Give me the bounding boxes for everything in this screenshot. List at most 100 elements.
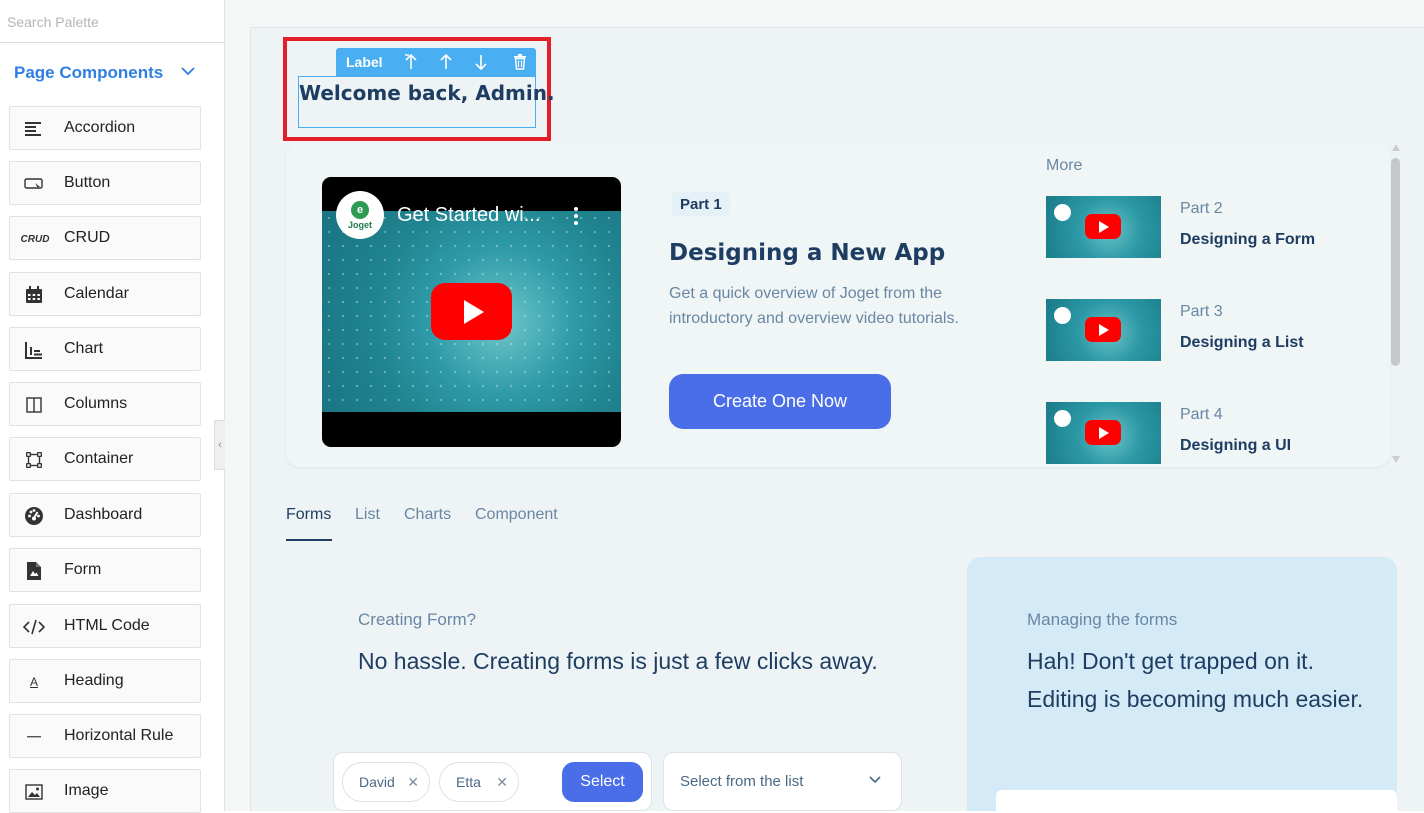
chevron-down-icon [181,67,195,76]
chip-david: David ✕ [342,762,430,802]
palette-item-dashboard[interactable]: Dashboard [9,493,201,537]
youtube-play-icon [1085,214,1121,239]
video-title[interactable]: Get Started wi... [397,204,540,227]
palette-item-label: Columns [64,395,128,412]
more-label: More [1046,157,1083,174]
youtube-play-icon[interactable] [431,283,512,340]
more-videos-scrollbar[interactable] [1389,142,1403,467]
palette-item-image[interactable]: Image [9,769,201,813]
channel-logo[interactable]: e Joget [336,191,384,239]
palette-item-form[interactable]: Form [9,548,201,592]
forms-subtitle: Creating Form? [358,610,477,629]
video-card-title: Designing a New App [669,240,946,266]
tab-list[interactable]: List [355,506,380,524]
palette-item-columns[interactable]: Columns [9,382,201,426]
palette-item-label: Container [64,450,134,467]
tab-component[interactable]: Component [475,506,558,524]
palette-item-label: Form [64,561,102,578]
chip-label: Etta [456,774,481,790]
part-badge: Part 1 [672,192,730,216]
select-dropdown[interactable]: Select from the list [663,752,902,811]
element-toolbar: Label [336,48,536,76]
crud-icon: CRUD [20,233,50,245]
joget-logo-icon [1054,204,1071,221]
chip-label: David [359,774,395,790]
palette-item-label: CRUD [64,229,111,246]
palette-search [0,0,224,43]
heading-icon: A [29,675,38,689]
collapse-sidebar-handle[interactable]: ‹ [214,420,225,470]
palette-item-label: Accordion [64,119,136,136]
delete-icon[interactable] [511,53,529,71]
palette-item-crud[interactable]: CRUD CRUD [9,216,201,260]
remove-chip-icon[interactable]: ✕ [496,774,508,791]
move-up-icon[interactable] [437,53,455,71]
palette-item-label: HTML Code [64,617,150,634]
active-tab-indicator [286,539,332,541]
palette-item-html-code[interactable]: HTML Code [9,604,201,648]
select-button[interactable]: Select [562,762,643,802]
more-video-part: Part 2 [1180,200,1223,217]
more-options-icon[interactable] [572,207,580,225]
accordion-icon [22,118,46,140]
palette-item-label: Dashboard [64,506,143,523]
dashboard-icon [22,505,46,527]
remove-chip-icon[interactable]: ✕ [407,774,419,791]
columns-icon [22,394,46,416]
image-icon [22,781,46,803]
managing-heading: Hah! Don't get trapped on it. Editing is… [1027,648,1364,712]
create-one-now-button[interactable]: Create One Now [669,374,891,429]
forms-heading: No hassle. Creating forms is just a few … [358,648,878,674]
button-icon [22,173,46,195]
welcome-text: Welcome back, Admin. [299,81,555,105]
palette-search-input[interactable] [0,0,224,43]
dropdown-placeholder: Select from the list [680,773,804,790]
scrollbar-thumb[interactable] [1391,158,1400,366]
video-card-description: Get a quick overview of Joget from the i… [669,285,959,327]
palette-item-horizontal-rule[interactable]: Horizontal Rule [9,714,201,758]
palette-item-accordion[interactable]: Accordion [9,106,201,150]
joget-logo-icon [1054,307,1071,324]
chevron-down-icon [869,776,881,784]
video-player[interactable]: e Joget Get Started wi... [322,177,621,447]
palette-item-label: Button [64,174,111,191]
element-type-label: Label [346,54,383,70]
palette-item-label: Calendar [64,285,129,302]
move-down-icon[interactable] [472,53,490,71]
tag-selector: David ✕ Etta ✕ Select [333,752,652,811]
palette-item-label: Heading [64,672,124,689]
youtube-play-icon [1085,317,1121,342]
move-parent-icon[interactable] [402,53,420,71]
joget-logo-icon: e [351,200,369,219]
page-components-section-toggle[interactable]: Page Components [14,60,204,86]
form-icon [22,560,46,582]
html-code-icon [22,616,46,638]
palette-item-container[interactable]: Container [9,437,201,481]
scroll-up-icon[interactable] [1392,144,1400,151]
more-video-title[interactable]: Designing a Form [1180,231,1315,249]
palette-item-label: Chart [64,340,104,357]
more-video-thumbnail[interactable] [1046,402,1161,464]
more-video-thumbnail[interactable] [1046,299,1161,361]
chip-etta: Etta ✕ [439,762,519,802]
more-video-title[interactable]: Designing a UI [1180,437,1291,455]
scroll-down-icon[interactable] [1392,456,1400,463]
tab-forms[interactable]: Forms [286,506,331,524]
palette-item-button[interactable]: Button [9,161,201,205]
more-video-part: Part 4 [1180,406,1223,423]
more-video-thumbnail[interactable] [1046,196,1161,258]
palette-item-calendar[interactable]: Calendar [9,272,201,316]
more-video-part: Part 3 [1180,303,1223,320]
calendar-icon [22,284,46,306]
channel-logo-text: Joget [347,219,372,230]
container-icon [22,449,46,471]
more-video-title[interactable]: Designing a List [1180,334,1304,352]
palette-item-label: Image [64,782,109,799]
tab-charts[interactable]: Charts [404,506,451,524]
palette-item-chart[interactable]: Chart [9,327,201,371]
welcome-label[interactable]: Welcome back, Admin. [298,76,555,128]
chart-icon [22,339,46,361]
section-title: Page Components [14,63,164,82]
managing-card-inner-panel [996,790,1397,811]
palette-item-heading[interactable]: A Heading [9,659,201,703]
